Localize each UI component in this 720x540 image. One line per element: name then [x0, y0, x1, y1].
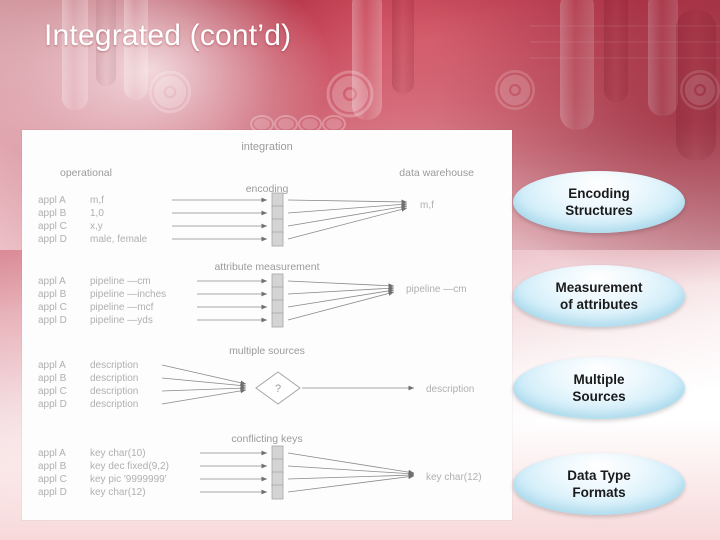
callout-line-2: Sources	[572, 389, 626, 404]
row-value: key pic '9999999'	[90, 474, 167, 485]
group-heading: multiple sources	[229, 345, 305, 357]
row-app: appl D	[38, 399, 67, 410]
row-value: pipeline —yds	[90, 315, 153, 326]
diagram-card: integration operational data warehouse e…	[22, 130, 512, 520]
callout-line-1: Encoding	[568, 186, 630, 201]
slide: Integrated (cont’d) integration operatio…	[0, 0, 720, 540]
callout-multiple-sources: Multiple Sources	[513, 357, 685, 419]
column-header-operational: operational	[60, 167, 112, 179]
row-app: appl C	[38, 474, 67, 485]
row-value: x,y	[90, 221, 103, 232]
row-app: appl D	[38, 315, 67, 326]
row-value: description	[90, 386, 138, 397]
decision-label: ?	[275, 383, 281, 395]
callout-line-2: Formats	[572, 485, 626, 500]
group-output: description	[426, 384, 474, 395]
row-app: appl D	[38, 234, 67, 245]
row-value: m,f	[90, 195, 104, 206]
row-value: description	[90, 360, 138, 371]
callout-text: Measurement of attributes	[545, 279, 652, 313]
row-value: pipeline —cm	[90, 276, 151, 287]
row-value: male, female	[90, 234, 148, 245]
group-output: m,f	[420, 200, 434, 211]
page-title: Integrated (cont’d)	[44, 19, 292, 52]
row-app: appl B	[38, 373, 67, 384]
callout-measurement-of-attributes: Measurement of attributes	[513, 265, 685, 327]
row-value: key char(12)	[90, 487, 146, 498]
row-app: appl A	[38, 195, 66, 206]
callout-line-1: Data Type	[567, 468, 631, 483]
row-value: pipeline —inches	[90, 289, 166, 300]
row-app: appl A	[38, 276, 66, 287]
column-header-data-warehouse: data warehouse	[399, 167, 474, 179]
callout-text: Data Type Formats	[557, 467, 641, 501]
group-heading: conflicting keys	[231, 433, 302, 445]
callout-line-1: Measurement	[555, 280, 643, 295]
group-output: key char(12)	[426, 472, 482, 483]
row-app: appl A	[38, 360, 66, 371]
callout-text: Multiple Sources	[562, 371, 635, 405]
row-value: description	[90, 373, 138, 384]
callout-line-1: Multiple	[573, 372, 625, 387]
row-value: key dec fixed(9,2)	[90, 461, 169, 472]
row-value: key char(10)	[90, 448, 146, 459]
radiation-symbol-watermarks	[148, 70, 720, 118]
callout-data-type-formats: Data Type Formats	[513, 453, 685, 515]
row-value: pipeline —mcf	[90, 302, 154, 313]
row-app: appl B	[38, 461, 67, 472]
group-output: pipeline —cm	[406, 284, 467, 295]
row-app: appl C	[38, 221, 67, 232]
callout-line-2: Structures	[565, 203, 633, 218]
group-heading: attribute measurement	[214, 261, 319, 273]
row-app: appl D	[38, 487, 67, 498]
row-app: appl A	[38, 448, 66, 459]
callout-text: Encoding Structures	[555, 185, 643, 219]
row-app: appl C	[38, 386, 67, 397]
row-app: appl B	[38, 208, 67, 219]
callout-line-2: of attributes	[559, 297, 638, 312]
row-value: description	[90, 399, 138, 410]
row-app: appl C	[38, 302, 67, 313]
diagram-top-label: integration	[241, 141, 292, 153]
row-app: appl B	[38, 289, 67, 300]
row-value: 1,0	[90, 208, 104, 219]
callout-encoding-structures: Encoding Structures	[513, 171, 685, 233]
integration-diagram: integration operational data warehouse e…	[22, 130, 512, 520]
